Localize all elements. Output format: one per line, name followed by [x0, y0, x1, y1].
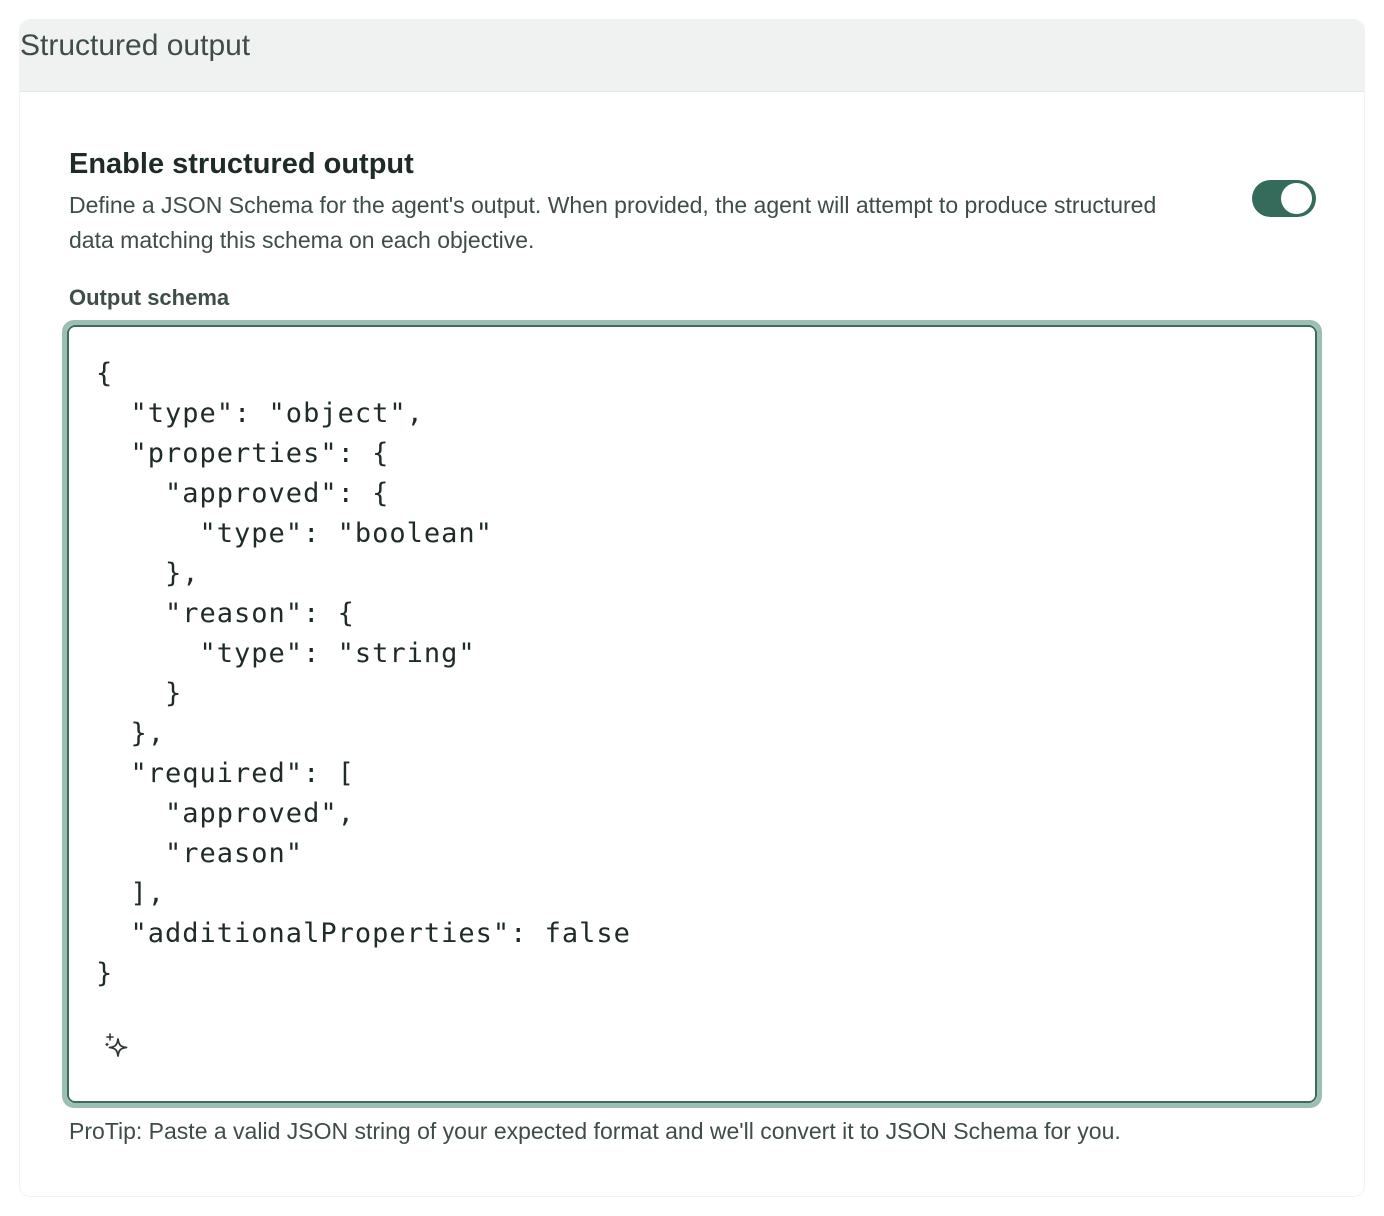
output-schema-label: Output schema [69, 285, 230, 310]
protip-hint: ProTip: Paste a valid JSON string of you… [69, 1118, 1121, 1144]
setting-description: Define a JSON Schema for the agent's out… [69, 192, 1157, 253]
panel-header: Structured output [20, 20, 1364, 92]
panel-title: Structured output [20, 29, 251, 62]
output-schema-editor[interactable]: { "type": "object", "properties": { "app… [67, 325, 1317, 1103]
structured-output-toggle[interactable] [1252, 180, 1316, 217]
schema-code[interactable]: { "type": "object", "properties": { "app… [96, 354, 1276, 994]
setting-title: Enable structured output [69, 148, 414, 180]
toggle-knob [1281, 183, 1312, 214]
sparkle-icon[interactable] [101, 1030, 137, 1066]
structured-output-panel: Structured output Enable structured outp… [20, 20, 1364, 1196]
